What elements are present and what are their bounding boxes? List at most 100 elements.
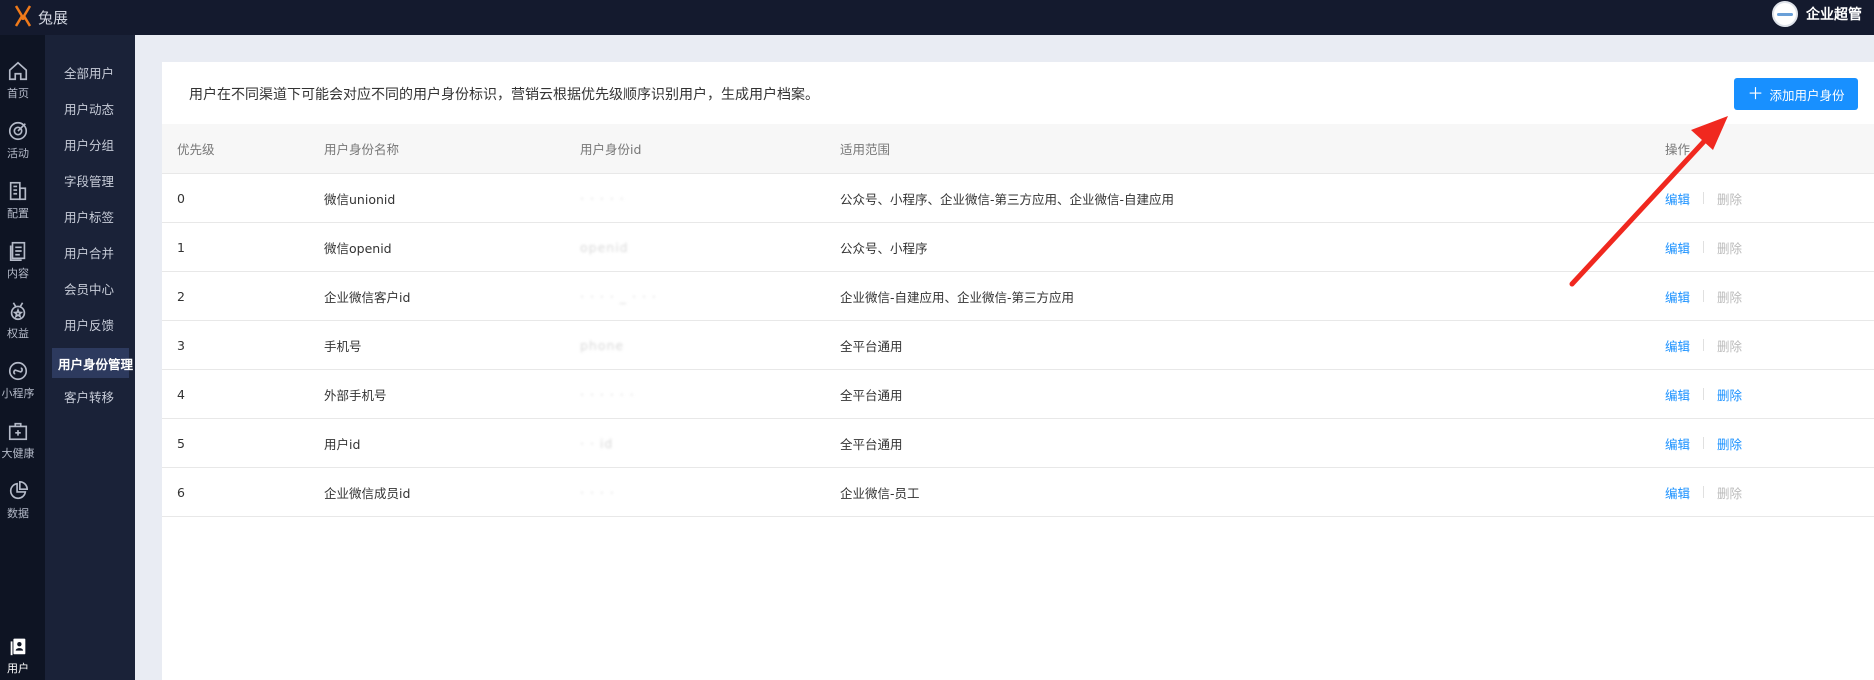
target-icon — [8, 121, 28, 141]
cell-identity-name: 用户id — [324, 436, 361, 452]
top-bar: 兔展 企业超管 — [0, 0, 1874, 35]
identity-table: 优先级 用户身份名称 用户身份id 适用范围 操作 0 微信unionid · · … — [162, 124, 1874, 517]
logo-text: 兔展 — [38, 8, 69, 27]
cell-scope: 全平台通用 — [840, 436, 903, 452]
building-icon — [9, 181, 27, 201]
edit-link[interactable]: 编辑 — [1665, 287, 1690, 306]
edit-link[interactable]: 编辑 — [1665, 336, 1690, 355]
header-actions: 操作 — [1665, 142, 1691, 157]
cell-identity-name: 微信openid — [324, 240, 392, 256]
cell-scope: 全平台通用 — [840, 338, 903, 354]
action-divider — [1703, 339, 1705, 351]
submenu-item-user-groups[interactable]: 用户分组 — [52, 129, 175, 159]
rail-user[interactable]: 用户 — [0, 625, 36, 680]
header-identity-id: 用户身份id — [580, 142, 642, 157]
action-divider — [1703, 241, 1705, 253]
cell-identity-id: · · · · — [580, 484, 615, 500]
delete-link: 删除 — [1717, 240, 1743, 256]
rail-miniprogram[interactable]: 小程序 — [0, 350, 36, 406]
medical-kit-icon — [8, 422, 28, 441]
submenu-item-user-merge[interactable]: 用户合并 — [52, 237, 175, 267]
cell-scope: 公众号、小程序、企业微信-第三方应用、企业微信-自建应用 — [840, 191, 1175, 207]
cell-priority: 1 — [177, 239, 185, 255]
action-divider — [1703, 437, 1705, 449]
cell-priority: 6 — [177, 484, 185, 500]
rail-label: 活动 — [7, 147, 29, 160]
submenu-item-user-tags[interactable]: 用户标签 — [52, 201, 175, 231]
table-row: 0 微信unionid · · · · · 公众号、小程序、企业微信-第三方应用、企业… — [162, 174, 1874, 223]
cell-actions: 编辑 删除 — [1665, 419, 1742, 467]
identity-notice: 用户在不同渠道下可能会对应不同的用户身份标识，营销云根据优先级顺序识别用户，生成… — [189, 87, 819, 103]
cell-identity-name: 企业微信客户id — [324, 289, 411, 305]
delete-link: 删除 — [1717, 191, 1743, 207]
cell-identity-id: · · · · · — [580, 190, 625, 206]
cell-actions: 编辑 删除 — [1665, 321, 1742, 369]
cell-identity-id: · · · · · · — [580, 386, 635, 402]
submenu-item-member-center[interactable]: 会员中心 — [52, 273, 175, 303]
submenu-item-identity-management[interactable]: 用户身份管理 — [52, 348, 133, 378]
submenu-item-field-management[interactable]: 字段管理 — [52, 165, 175, 195]
avatar[interactable] — [1772, 1, 1798, 27]
edit-link[interactable]: 编辑 — [1665, 385, 1690, 404]
cell-priority: 0 — [177, 190, 185, 206]
cell-actions: 编辑 删除 — [1665, 223, 1742, 271]
action-divider — [1703, 192, 1705, 204]
rail-label: 大健康 — [1, 447, 35, 460]
rail-activity[interactable]: 活动 — [0, 110, 36, 166]
rail-label: 权益 — [7, 327, 29, 340]
table-row: 3 手机号 phone 全平台通用 编辑 删除 — [162, 321, 1874, 370]
cell-identity-name: 手机号 — [324, 338, 362, 354]
cell-scope: 全平台通用 — [840, 387, 903, 403]
cell-identity-id: · · · · _ · · · — [580, 288, 657, 304]
rail-content[interactable]: 内容 — [0, 230, 36, 286]
cell-priority: 5 — [177, 435, 185, 451]
rail-label: 小程序 — [1, 387, 35, 400]
submenu-item-user-activity[interactable]: 用户动态 — [52, 93, 175, 123]
delete-link: 删除 — [1717, 485, 1743, 501]
user-name[interactable]: 企业超管 — [1806, 4, 1862, 24]
header-scope: 适用范围 — [840, 142, 891, 157]
rabbit-logo-icon — [14, 5, 32, 27]
rail-data[interactable]: 数据 — [0, 470, 36, 526]
delete-link[interactable]: 删除 — [1717, 434, 1742, 453]
submenu-item-user-feedback[interactable]: 用户反馈 — [52, 309, 175, 339]
rail-label: 首页 — [7, 87, 29, 100]
cell-scope: 企业微信-员工 — [840, 485, 920, 501]
medal-icon — [10, 302, 26, 321]
user-card-icon — [10, 638, 26, 656]
brand-logo[interactable]: 兔展 — [12, 4, 68, 30]
action-divider — [1703, 388, 1705, 400]
user-menu[interactable]: 企业超管 — [1772, 0, 1862, 28]
submenu: 全部用户 用户动态 用户分组 字段管理 用户标签 用户合并 会员中心 用户反馈 … — [45, 35, 135, 680]
pie-chart-icon — [9, 481, 28, 500]
identity-card: 用户在不同渠道下可能会对应不同的用户身份标识，营销云根据优先级顺序识别用户，生成… — [162, 62, 1874, 680]
add-identity-button[interactable]: ＋ 添加用户身份 — [1734, 78, 1858, 110]
edit-link[interactable]: 编辑 — [1665, 434, 1690, 453]
miniprogram-icon — [8, 361, 28, 381]
table-row: 5 用户id · · id 全平台通用 编辑 删除 — [162, 419, 1874, 468]
submenu-item-customer-transfer[interactable]: 客户转移 — [52, 381, 175, 411]
cell-identity-id: phone — [580, 337, 625, 353]
cell-scope: 企业微信-自建应用、企业微信-第三方应用 — [840, 289, 1075, 305]
rail-benefits[interactable]: 权益 — [0, 290, 36, 346]
cell-priority: 3 — [177, 337, 185, 353]
add-identity-label: 添加用户身份 — [1769, 87, 1845, 103]
table-row: 4 外部手机号 · · · · · · 全平台通用 编辑 删除 — [162, 370, 1874, 419]
rail-label: 用户 — [7, 662, 29, 675]
rail-home[interactable]: 首页 — [0, 50, 36, 106]
table-row: 2 企业微信客户id · · · · _ · · · 企业微信-自建应用、企业微信-第… — [162, 272, 1874, 321]
rail-config[interactable]: 配置 — [0, 170, 36, 226]
delete-link[interactable]: 删除 — [1717, 385, 1742, 404]
cell-identity-id: · · id — [580, 435, 614, 451]
submenu-item-all-users[interactable]: 全部用户 — [52, 57, 175, 87]
rail-label: 内容 — [7, 267, 29, 280]
cell-actions: 编辑 删除 — [1665, 370, 1742, 418]
action-divider — [1703, 290, 1705, 302]
cell-identity-name: 外部手机号 — [324, 387, 387, 403]
cell-actions: 编辑 删除 — [1665, 174, 1742, 222]
edit-link[interactable]: 编辑 — [1665, 483, 1690, 502]
edit-link[interactable]: 编辑 — [1665, 189, 1690, 208]
rail-health[interactable]: 大健康 — [0, 410, 36, 466]
delete-link: 删除 — [1717, 338, 1743, 354]
edit-link[interactable]: 编辑 — [1665, 238, 1690, 257]
